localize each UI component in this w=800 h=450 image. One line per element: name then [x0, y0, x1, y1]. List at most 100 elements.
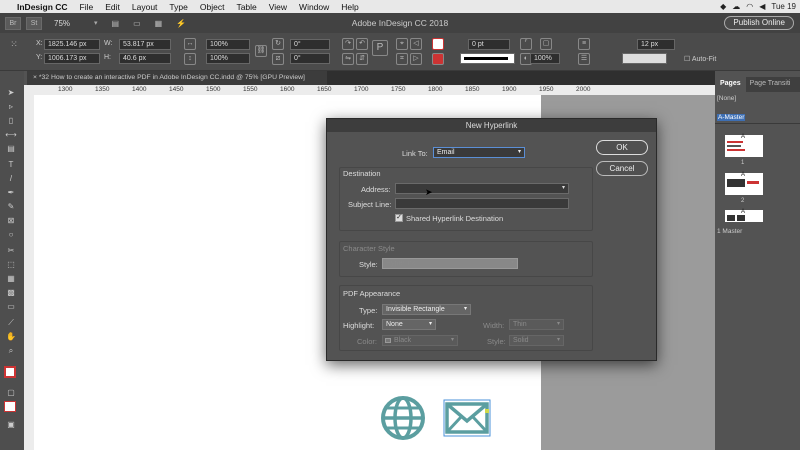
- w-field[interactable]: 53.817 px: [119, 39, 171, 50]
- wifi-icon[interactable]: ◠: [746, 2, 753, 11]
- ok-button[interactable]: OK: [596, 140, 648, 155]
- select-previous-icon[interactable]: ◁: [410, 38, 422, 50]
- zoom-level[interactable]: 75%: [54, 19, 70, 28]
- y-field[interactable]: 1006.173 px: [44, 53, 100, 64]
- menu-view[interactable]: View: [263, 2, 293, 12]
- horizontal-ruler[interactable]: 1300 1350 1400 1450 1500 1550 1600 1650 …: [24, 85, 715, 95]
- screen-mode-tool-icon[interactable]: ▣: [4, 419, 18, 430]
- gradient-swatch-tool-icon[interactable]: ▦: [4, 273, 18, 284]
- page-thumbnail-2[interactable]: A: [725, 172, 763, 195]
- constrain-proportions-icon[interactable]: ⛓: [255, 45, 267, 57]
- menu-help[interactable]: Help: [335, 2, 364, 12]
- gradient-feather-tool-icon[interactable]: ▩: [4, 287, 18, 298]
- page-thumbnail-1[interactable]: A: [725, 134, 763, 157]
- fill-stroke-swatch-icon[interactable]: [4, 366, 16, 378]
- pen-tool-icon[interactable]: ✒: [4, 187, 18, 198]
- screen-mode-icon[interactable]: ▭: [133, 19, 141, 28]
- fill-swatch-icon[interactable]: [432, 38, 444, 50]
- menu-object[interactable]: Object: [194, 2, 231, 12]
- menu-edit[interactable]: Edit: [99, 2, 126, 12]
- formatting-affects-icon[interactable]: ▢: [4, 387, 18, 398]
- drop-shadow-icon[interactable]: ▢: [540, 38, 552, 50]
- content-collector-icon[interactable]: ▤: [4, 143, 18, 154]
- rotate-content-icon[interactable]: P: [372, 40, 388, 56]
- stroke-weight-field[interactable]: 0 pt: [468, 39, 510, 50]
- line-tool-icon[interactable]: /: [4, 173, 18, 184]
- view-options-icon[interactable]: ▤: [112, 19, 120, 28]
- app-menu[interactable]: InDesign CC: [14, 2, 74, 12]
- opacity-field[interactable]: 100%: [530, 53, 560, 64]
- zoom-tool-icon[interactable]: ⌕: [4, 345, 18, 356]
- apply-none-icon[interactable]: [4, 401, 16, 412]
- menu-window[interactable]: Window: [293, 2, 335, 12]
- stock-button[interactable]: St: [26, 16, 42, 30]
- hand-tool-icon[interactable]: ✋: [4, 331, 18, 342]
- scissors-tool-icon[interactable]: ✂: [4, 245, 18, 256]
- highlight-select[interactable]: None ▾: [382, 319, 436, 330]
- size-field[interactable]: 12 px: [637, 39, 675, 50]
- free-transform-tool-icon[interactable]: ⬚: [4, 259, 18, 270]
- note-tool-icon[interactable]: ▭: [4, 301, 18, 312]
- document-tab[interactable]: × *32 How to create an interactive PDF i…: [27, 71, 327, 85]
- globe-icon[interactable]: [379, 396, 427, 440]
- link-to-select[interactable]: Email ▾: [433, 147, 525, 158]
- chevron-down-icon[interactable]: ▾: [562, 184, 565, 193]
- address-input[interactable]: ▾: [395, 183, 569, 194]
- tab-page-transitions[interactable]: Page Transiti: [746, 77, 795, 92]
- cancel-button[interactable]: Cancel: [596, 161, 648, 176]
- flip-horizontal-icon[interactable]: ⇋: [342, 53, 354, 65]
- h-field[interactable]: 40.6 px: [119, 53, 171, 64]
- pencil-tool-icon[interactable]: ✎: [4, 201, 18, 212]
- direct-selection-tool-icon[interactable]: ▹: [4, 101, 18, 112]
- scale-x-field[interactable]: 100%: [206, 39, 250, 50]
- none-master[interactable]: [None]: [717, 95, 736, 102]
- page-thumbnail-3[interactable]: A: [725, 209, 763, 222]
- type-select[interactable]: Invisible Rectangle ▾: [382, 304, 471, 315]
- scale-y-icon: ↕: [184, 53, 196, 65]
- flip-vertical-icon[interactable]: ⇵: [356, 53, 368, 65]
- menu-layout[interactable]: Layout: [126, 2, 164, 12]
- reference-point-icon[interactable]: ⁙: [8, 39, 20, 51]
- clock[interactable]: Tue 19: [771, 2, 796, 11]
- vertical-ruler[interactable]: [24, 95, 34, 450]
- tab-pages[interactable]: Pages: [715, 77, 746, 92]
- select-content-icon[interactable]: ⌗: [396, 53, 408, 65]
- select-next-icon[interactable]: ▷: [410, 53, 422, 65]
- stroke-type-select[interactable]: [460, 53, 515, 64]
- zoom-dropdown-icon[interactable]: ▾: [94, 19, 98, 27]
- menu-type[interactable]: Type: [163, 2, 193, 12]
- cloud-icon[interactable]: ☁: [732, 2, 740, 11]
- envelope-icon[interactable]: [443, 399, 491, 437]
- select-container-icon[interactable]: ⌖: [396, 38, 408, 50]
- arrange-icon[interactable]: ▦: [155, 19, 163, 28]
- rotate-cw-icon[interactable]: ↷: [342, 38, 354, 50]
- volume-icon[interactable]: ◀: [759, 2, 765, 11]
- menu-table[interactable]: Table: [230, 2, 262, 12]
- rotate-ccw-icon[interactable]: ↶: [356, 38, 368, 50]
- a-master-item[interactable]: A-Master: [717, 114, 746, 121]
- eyedropper-tool-icon[interactable]: ⟋: [4, 317, 18, 328]
- type-tool-icon[interactable]: T: [4, 159, 18, 170]
- scale-y-field[interactable]: 100%: [206, 53, 250, 64]
- rectangle-frame-tool-icon[interactable]: ⊠: [4, 215, 18, 226]
- rotate-field[interactable]: 0°: [290, 39, 330, 50]
- menu-file[interactable]: File: [74, 2, 100, 12]
- publish-online-button[interactable]: Publish Online: [724, 16, 794, 30]
- gpu-icon[interactable]: ⚡: [176, 19, 186, 28]
- bridge-button[interactable]: Br: [5, 16, 21, 30]
- selection-tool-icon[interactable]: ➤: [4, 87, 18, 98]
- shared-destination-checkbox[interactable]: ✓: [395, 214, 403, 222]
- corner-options-icon[interactable]: ⌜: [520, 38, 532, 50]
- stroke-swatch-icon[interactable]: [432, 53, 444, 65]
- shear-field[interactable]: 0°: [290, 53, 330, 64]
- ellipse-tool-icon[interactable]: ○: [4, 229, 18, 240]
- page-tool-icon[interactable]: ▯: [4, 115, 18, 126]
- auto-fit-checkbox[interactable]: ☐ Auto-Fit: [684, 55, 716, 63]
- frame-fitting-field[interactable]: [622, 53, 667, 64]
- gap-tool-icon[interactable]: ⟷: [4, 129, 18, 140]
- dropbox-icon[interactable]: ◆: [720, 2, 726, 11]
- text-wrap-icon[interactable]: ≡: [578, 38, 590, 50]
- align-icon[interactable]: ☰: [578, 53, 590, 65]
- subject-line-input[interactable]: [395, 198, 569, 209]
- x-field[interactable]: 1825.146 px: [44, 39, 100, 50]
